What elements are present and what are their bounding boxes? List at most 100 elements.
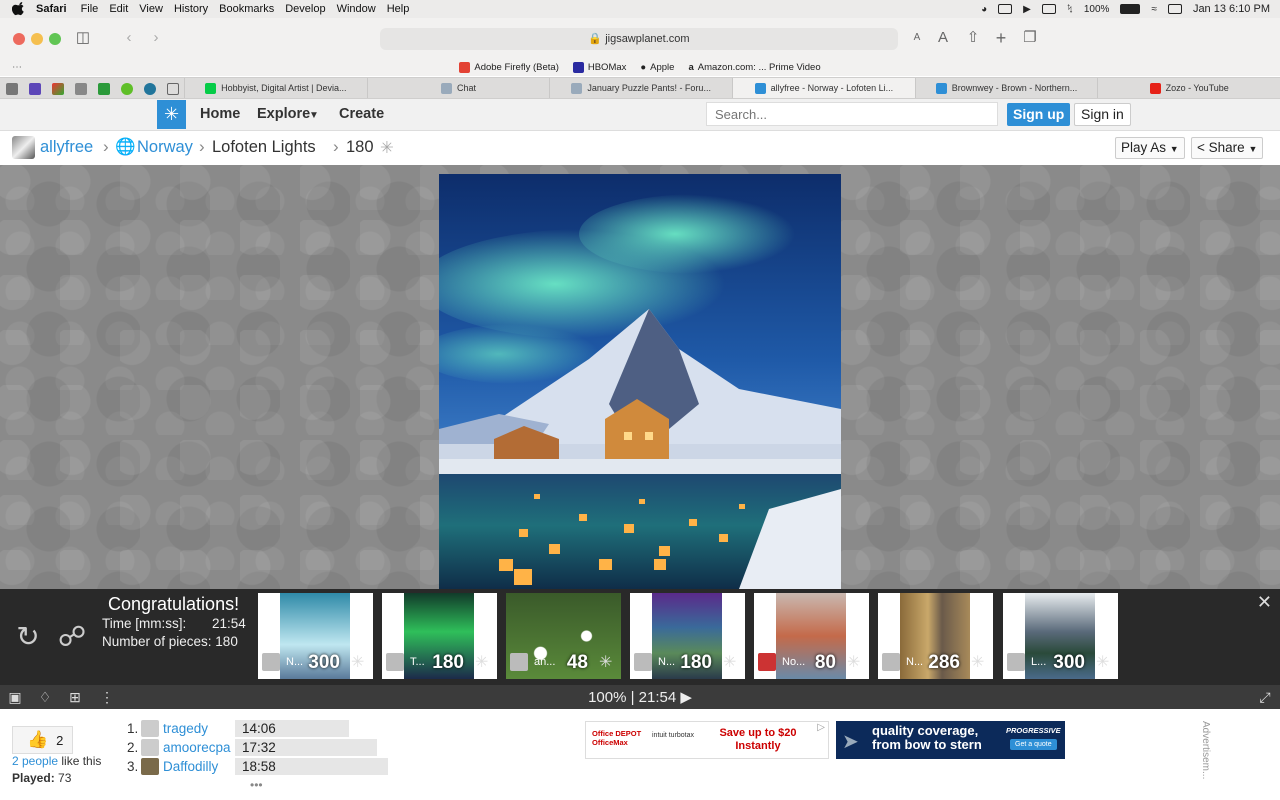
advertisement-officedepot[interactable]: Office DEPOT OfficeMax intuit turbotax S…	[585, 721, 829, 759]
sign-up-button[interactable]: Sign up	[1007, 103, 1071, 126]
apple-logo-icon[interactable]	[12, 2, 26, 16]
sign-in-button[interactable]: Sign in	[1074, 103, 1131, 126]
display-icon[interactable]	[998, 4, 1013, 14]
advertisement-progressive[interactable]: ➤ quality coverage, from bow to stern PR…	[836, 721, 1065, 759]
suggested-puzzle[interactable]: No... 80 ✳	[754, 593, 869, 679]
play-as-dropdown[interactable]: Play As ▼	[1115, 137, 1185, 159]
pinned-tab-5[interactable]	[92, 78, 115, 99]
battery-icon[interactable]	[1120, 4, 1141, 14]
leaderboard-user[interactable]: amoorecpa	[163, 740, 233, 755]
apps-grid-icon[interactable]: ⋯	[12, 62, 22, 73]
avatar[interactable]	[141, 757, 159, 775]
thumbnail-author: No...	[782, 656, 806, 668]
new-tab-icon[interactable]: +	[992, 29, 1010, 47]
favorite-amazon[interactable]: a Amazon.com: ... Prime Video	[688, 62, 820, 73]
pinned-tab-8[interactable]	[161, 78, 184, 99]
reader-small-a-icon[interactable]: A	[908, 29, 926, 47]
favorites-bar: ⋯ Adobe Firefly (Beta) HBOMax ● Apple a Am…	[0, 58, 1280, 76]
creative-cloud-icon[interactable]: ◕	[981, 4, 987, 15]
breadcrumb-category[interactable]: Norway	[137, 138, 193, 157]
leaderboard-user[interactable]: Daffodilly	[163, 759, 233, 774]
forward-icon[interactable]: ›	[147, 29, 165, 47]
clock[interactable]: Jan 13 6:10 PM	[1193, 3, 1270, 15]
nav-explore[interactable]: Explore	[257, 106, 310, 122]
tab-jigsawplanet-active[interactable]: allyfree - Norway - Lofoten Li...	[732, 78, 915, 98]
close-icon[interactable]: ✕	[1257, 592, 1272, 613]
like-count: 2	[56, 732, 64, 748]
pinned-tab-2[interactable]	[23, 78, 46, 99]
nav-create[interactable]: Create	[339, 106, 384, 122]
wifi-icon[interactable]: ≈	[1151, 4, 1157, 15]
restart-icon[interactable]: ↻	[12, 621, 44, 653]
ad-choices-icon[interactable]: ▷	[817, 722, 825, 733]
favorite-hbomax[interactable]: HBOMax	[572, 61, 626, 73]
menu-safari[interactable]: Safari	[36, 3, 67, 15]
menu-file[interactable]: File	[81, 3, 99, 15]
avatar[interactable]	[141, 738, 159, 756]
leaderboard-user[interactable]: tragedy	[163, 721, 233, 736]
favorite-apple[interactable]: ● Apple	[640, 62, 674, 73]
url-text: jigsawplanet.com	[605, 33, 690, 45]
tab-brownwey[interactable]: Brownwey - Brown - Northern...	[914, 78, 1098, 98]
share-dropdown[interactable]: < Share ▼	[1191, 137, 1264, 159]
puzzle-piece-icon: ✳	[475, 654, 489, 671]
reader-large-a-icon[interactable]: A	[934, 29, 952, 47]
share-icon: <	[1197, 140, 1205, 155]
pinned-tab-3[interactable]	[46, 78, 69, 99]
menu-bookmarks[interactable]: Bookmarks	[219, 3, 274, 15]
tab-deviantart[interactable]: Hobbyist, Digital Artist | Devia...	[184, 78, 367, 98]
menu-view[interactable]: View	[139, 3, 163, 15]
suggested-puzzle[interactable]: T... 180 ✳	[382, 593, 497, 679]
avatar	[634, 653, 652, 671]
tab-youtube[interactable]: Zozo - YouTube	[1097, 78, 1280, 98]
menu-history[interactable]: History	[174, 3, 208, 15]
suggested-puzzle[interactable]: L... 300 ✳	[1003, 593, 1118, 679]
tab-overview-icon[interactable]: ❐	[1021, 29, 1039, 47]
pinned-tab-7[interactable]	[138, 78, 161, 99]
share-icon[interactable]: ☍	[56, 621, 88, 653]
tab-chat[interactable]: Chat	[366, 78, 550, 98]
zoom-window-button[interactable]	[49, 33, 61, 45]
tab-puzzle-forum[interactable]: January Puzzle Pants! - Foru...	[549, 78, 732, 98]
screen-mirror-icon[interactable]	[1041, 4, 1056, 14]
back-icon[interactable]: ‹	[120, 29, 138, 47]
jigsawplanet-logo-icon[interactable]: ✳	[157, 100, 186, 129]
favorite-adobe-firefly[interactable]: Adobe Firefly (Beta)	[459, 61, 559, 73]
likers-link[interactable]: 2 people	[12, 754, 58, 768]
play-icon[interactable]: ▶	[1023, 4, 1031, 15]
nav-home[interactable]: Home	[200, 106, 240, 122]
share-label: Share	[1208, 140, 1245, 155]
suggested-puzzle[interactable]: N... 286 ✳	[878, 593, 993, 679]
breadcrumb-user[interactable]: allyfree	[40, 138, 93, 157]
suggested-puzzle[interactable]: an... 48 ✳	[506, 593, 621, 679]
menu-help[interactable]: Help	[387, 3, 410, 15]
ad-cta-button[interactable]: Get a quote	[1010, 739, 1057, 750]
close-window-button[interactable]	[13, 33, 25, 45]
congratulations-heading: Congratulations!	[108, 594, 240, 614]
like-button[interactable]: 👍 2	[12, 726, 73, 754]
more-leaderboard-icon[interactable]: •••	[250, 778, 263, 792]
menu-window[interactable]: Window	[337, 3, 376, 15]
thumbnail-piece-count: 48	[566, 652, 588, 673]
sidebar-toggle-icon[interactable]: ◫	[74, 29, 92, 47]
fullscreen-icon[interactable]: ⤢	[1256, 688, 1274, 706]
minimize-window-button[interactable]	[31, 33, 43, 45]
share-icon[interactable]: ⇧	[964, 29, 982, 47]
battery-percent: 100%	[1083, 3, 1110, 15]
puzzle-board[interactable]	[0, 165, 1280, 589]
suggested-puzzle[interactable]: N... 300 ✳	[258, 593, 373, 679]
address-bar[interactable]: 🔒 jigsawplanet.com	[380, 28, 898, 50]
pinned-tab-1[interactable]	[0, 78, 23, 99]
suggested-puzzle[interactable]: N... 180 ✳	[630, 593, 745, 679]
avatar[interactable]	[141, 719, 159, 737]
search-input[interactable]	[706, 102, 998, 126]
time-label: Time [mm:ss]:	[102, 616, 187, 631]
chevron-down-icon[interactable]: ▼	[309, 110, 319, 121]
menu-develop[interactable]: Develop	[285, 3, 325, 15]
pinned-tab-6[interactable]	[115, 78, 138, 99]
avatar[interactable]	[12, 136, 35, 159]
pinned-tab-4[interactable]	[69, 78, 92, 99]
menu-edit[interactable]: Edit	[109, 3, 128, 15]
control-center-icon[interactable]	[1167, 4, 1182, 14]
bluetooth-icon[interactable]: ᛪ	[1067, 4, 1073, 15]
